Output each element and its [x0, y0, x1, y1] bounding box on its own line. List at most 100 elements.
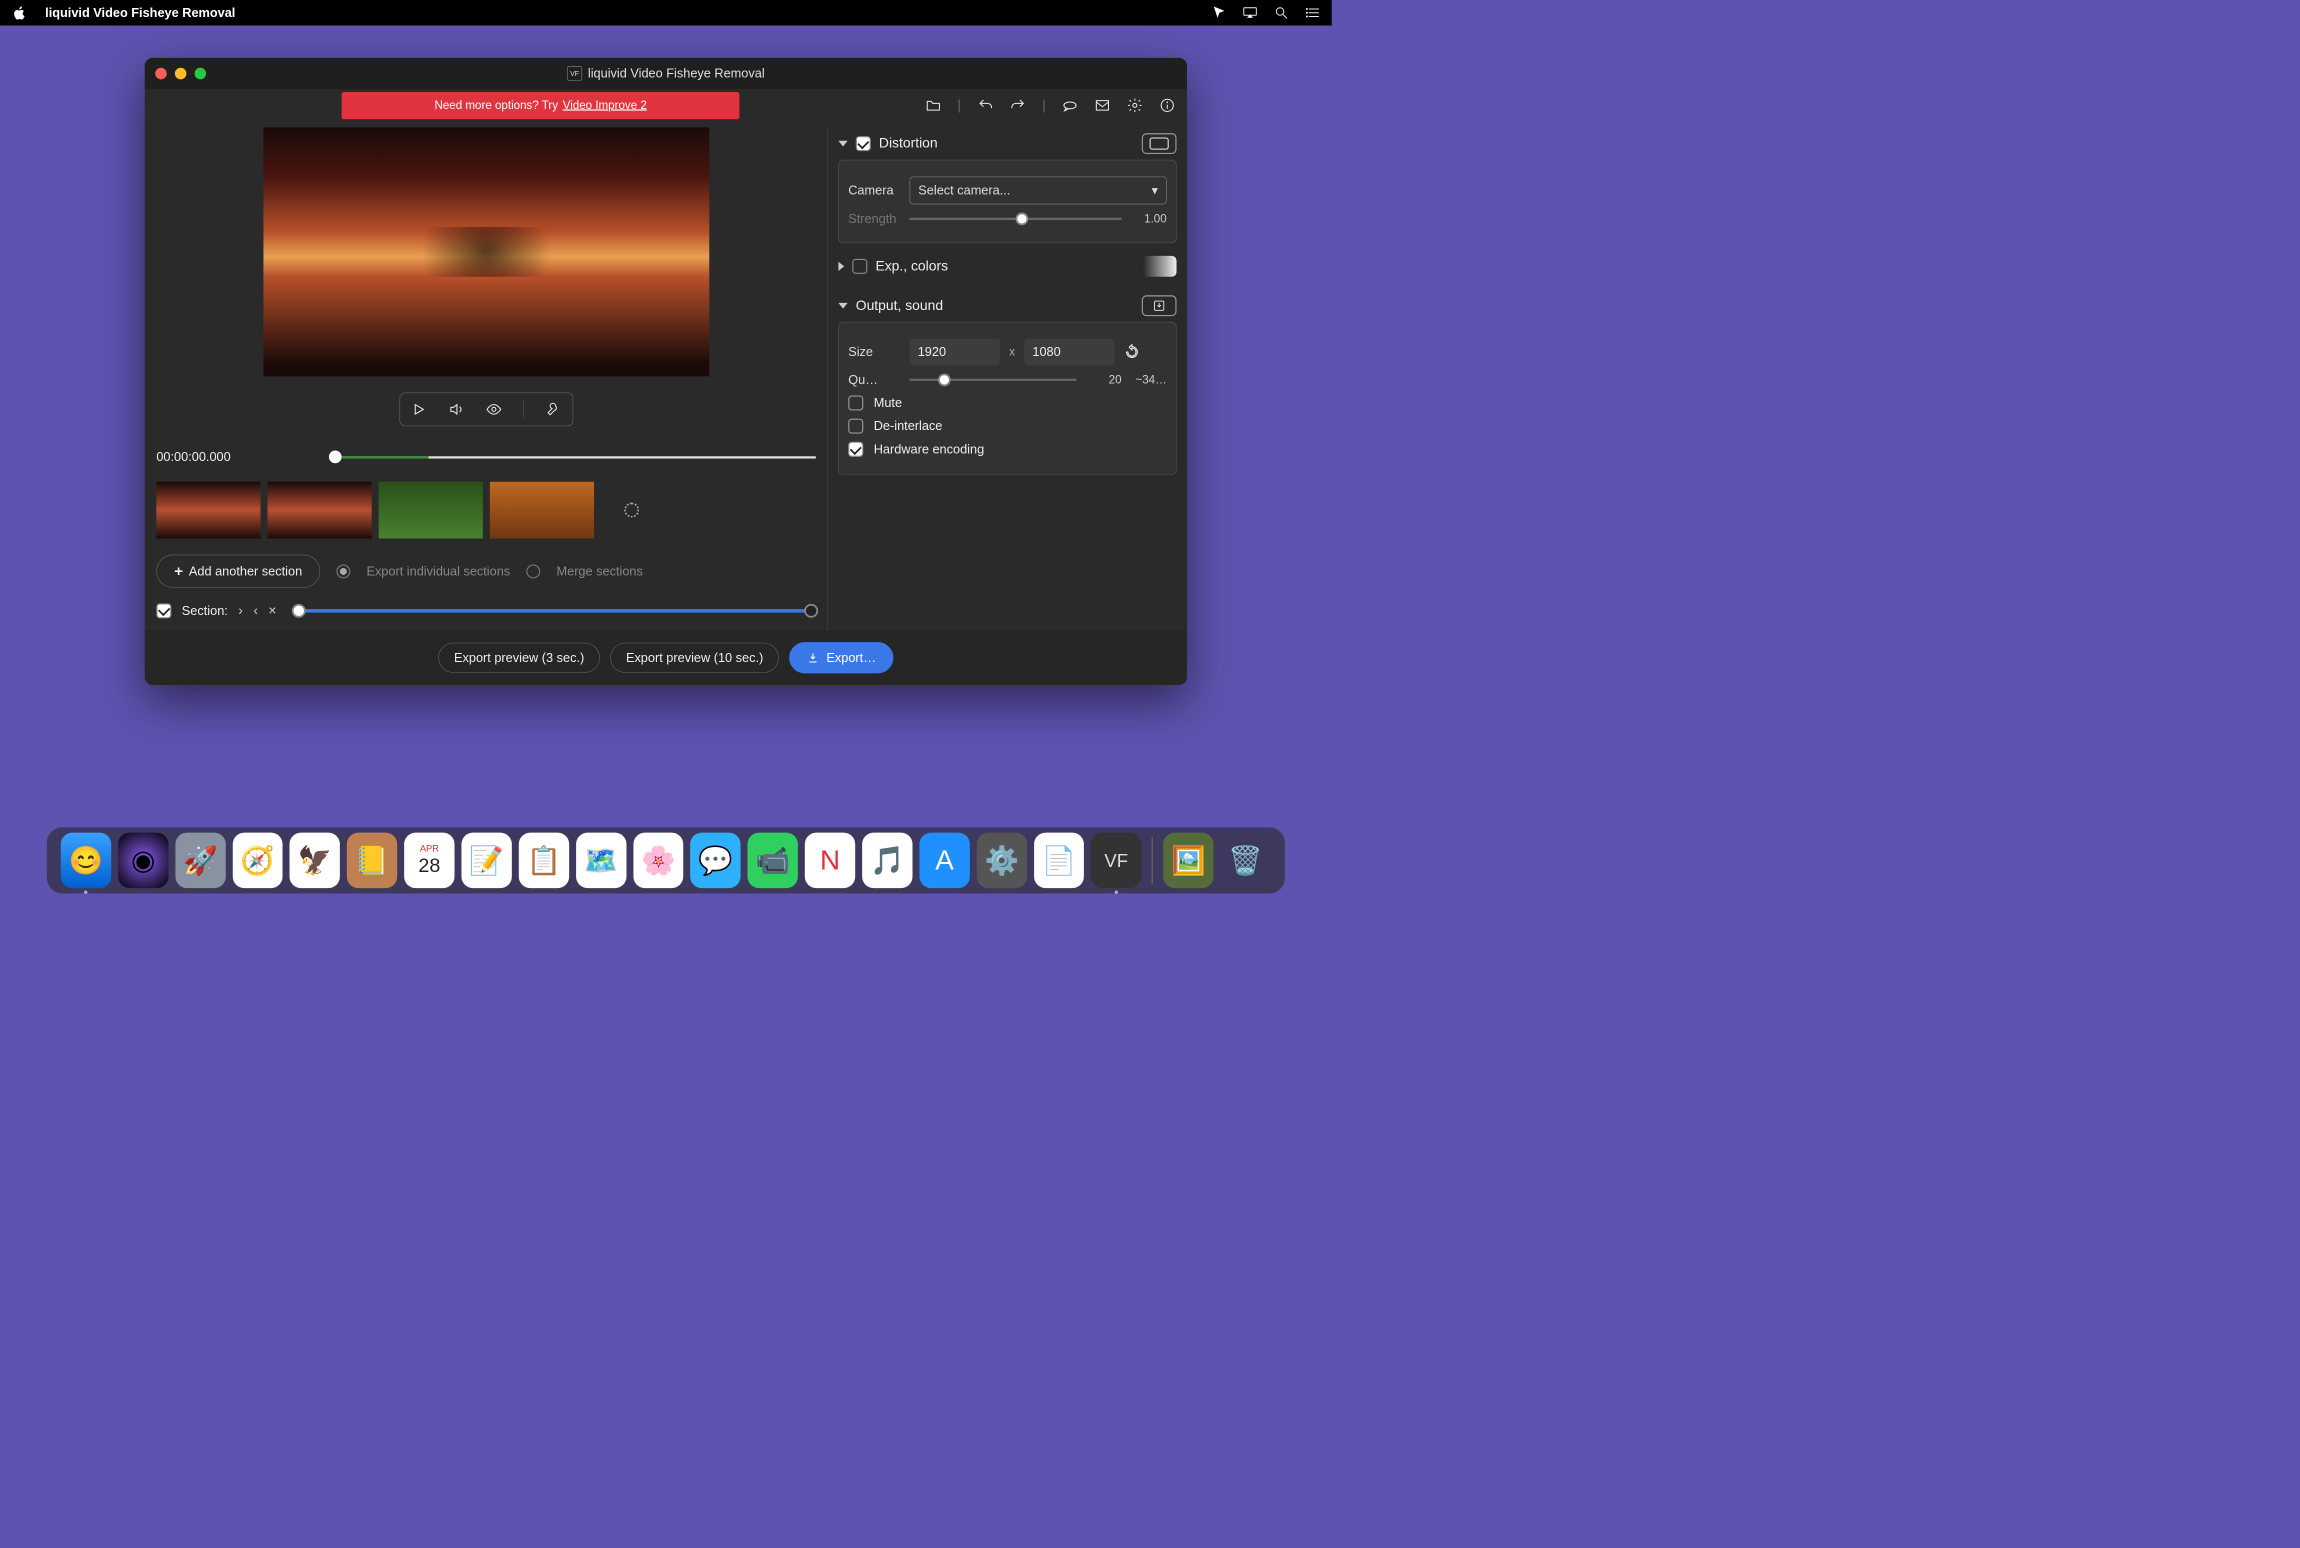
- section-prev-icon[interactable]: ‹: [253, 603, 258, 619]
- export-button[interactable]: Export…: [789, 642, 893, 673]
- dock-trash[interactable]: 🗑️: [1221, 833, 1271, 889]
- add-section-label: Add another section: [189, 564, 302, 579]
- dimension-separator: x: [1009, 345, 1015, 358]
- export-individual-radio[interactable]: [336, 564, 350, 578]
- hardware-encoding-label: Hardware encoding: [874, 442, 984, 457]
- open-folder-icon[interactable]: [925, 97, 941, 113]
- clip-thumbnail[interactable]: [490, 482, 594, 539]
- separator: [523, 400, 524, 420]
- close-button[interactable]: [155, 68, 167, 80]
- export-individual-label: Export individual sections: [366, 564, 510, 579]
- section-delete-icon[interactable]: ×: [268, 603, 276, 619]
- exp-colors-checkbox[interactable]: [852, 259, 867, 274]
- play-icon[interactable]: [411, 401, 427, 417]
- banner-text: Need more options? Try: [434, 99, 558, 112]
- export-button-label: Export…: [826, 650, 876, 665]
- app-window: VF liquivid Video Fisheye Removal Need m…: [145, 58, 1187, 685]
- dock-siri[interactable]: ◉: [118, 833, 168, 889]
- exp-colors-header[interactable]: Exp., colors: [838, 250, 1176, 282]
- menubar-cursor-icon[interactable]: [1211, 5, 1226, 20]
- clip-thumbnail[interactable]: [379, 482, 483, 539]
- dock-notes[interactable]: 📝: [461, 833, 511, 889]
- clip-thumbnail[interactable]: [156, 482, 260, 539]
- mac-menubar: liquivid Video Fisheye Removal: [0, 0, 1332, 25]
- window-title: VF liquivid Video Fisheye Removal: [567, 66, 765, 81]
- dock-messages[interactable]: 💬: [690, 833, 740, 889]
- download-icon: [807, 651, 820, 664]
- mac-dock: 😊 ◉ 🚀 🧭 🦅 📒 APR28 📝 📋 🗺️ 🌸 💬 📹 N 🎵 A ⚙️ …: [46, 827, 1285, 894]
- distortion-panel: Distortion Camera Select camera... ▾: [838, 127, 1176, 243]
- camera-select[interactable]: Select camera... ▾: [910, 177, 1167, 205]
- info-icon[interactable]: [1159, 97, 1175, 113]
- section-range-slider[interactable]: [294, 609, 816, 612]
- exp-colors-title: Exp., colors: [875, 258, 948, 274]
- feedback-icon[interactable]: [1062, 97, 1078, 113]
- height-input[interactable]: 1080: [1024, 339, 1114, 366]
- quality-value: 20: [1086, 373, 1122, 386]
- dock-preferences[interactable]: ⚙️: [977, 833, 1027, 889]
- quality-label: Qu…: [848, 372, 900, 387]
- chevron-down-icon: [838, 303, 847, 309]
- dock-reminders[interactable]: 📋: [519, 833, 569, 889]
- dock-maps[interactable]: 🗺️: [576, 833, 626, 889]
- quality-slider[interactable]: [910, 379, 1077, 381]
- menubar-search-icon[interactable]: [1274, 5, 1289, 20]
- menubar-list-icon[interactable]: [1305, 5, 1320, 20]
- export-box-icon: [1142, 295, 1177, 316]
- dock-music[interactable]: 🎵: [862, 833, 912, 889]
- eye-icon[interactable]: [486, 401, 502, 417]
- volume-icon[interactable]: [448, 401, 464, 417]
- reset-size-icon[interactable]: [1124, 344, 1140, 360]
- dock-calendar[interactable]: APR28: [404, 833, 454, 889]
- gear-icon[interactable]: [1127, 97, 1143, 113]
- dock-contacts[interactable]: 📒: [347, 833, 397, 889]
- timeline-scrubber[interactable]: [330, 455, 816, 458]
- menubar-app-title[interactable]: liquivid Video Fisheye Removal: [45, 5, 235, 20]
- dock-news[interactable]: N: [805, 833, 855, 889]
- dock-safari[interactable]: 🧭: [233, 833, 283, 889]
- width-input[interactable]: 1920: [910, 339, 1000, 366]
- distortion-header[interactable]: Distortion: [838, 127, 1176, 159]
- section-enabled-checkbox[interactable]: [156, 603, 171, 618]
- redo-icon[interactable]: [1010, 97, 1026, 113]
- deinterlace-checkbox[interactable]: [848, 419, 863, 434]
- exp-colors-panel: Exp., colors: [838, 250, 1176, 282]
- banner-link[interactable]: Video Improve 2: [563, 99, 647, 112]
- maximize-button[interactable]: [195, 68, 207, 80]
- merge-sections-label: Merge sections: [557, 564, 643, 579]
- mute-checkbox[interactable]: [848, 395, 863, 410]
- merge-sections-radio[interactable]: [526, 564, 540, 578]
- video-preview[interactable]: [263, 127, 709, 376]
- dock-finder[interactable]: 😊: [61, 833, 111, 889]
- export-preview-3s-button[interactable]: Export preview (3 sec.): [438, 643, 600, 673]
- dock-mail[interactable]: 🦅: [290, 833, 340, 889]
- undo-icon[interactable]: [977, 97, 993, 113]
- output-header[interactable]: Output, sound: [838, 290, 1176, 322]
- camera-select-value: Select camera...: [918, 183, 1010, 198]
- strength-slider[interactable]: [910, 218, 1122, 220]
- dock-launchpad[interactable]: 🚀: [175, 833, 225, 889]
- size-label: Size: [848, 345, 900, 360]
- hardware-encoding-checkbox[interactable]: [848, 442, 863, 457]
- timecode: 00:00:00.000: [156, 449, 330, 464]
- clip-thumbnail[interactable]: [267, 482, 371, 539]
- section-next-icon[interactable]: ›: [238, 603, 243, 619]
- apple-icon[interactable]: [12, 5, 28, 21]
- dock-photos[interactable]: 🌸: [633, 833, 683, 889]
- dock-textedit[interactable]: 📄: [1034, 833, 1084, 889]
- add-section-button[interactable]: + Add another section: [156, 555, 320, 588]
- quality-est: ~34…: [1131, 373, 1167, 386]
- export-preview-10s-button[interactable]: Export preview (10 sec.): [610, 643, 779, 673]
- promo-banner[interactable]: Need more options? Try Video Improve 2: [342, 92, 740, 119]
- dock-downloads[interactable]: 🖼️: [1163, 833, 1213, 889]
- chevron-down-icon: ▾: [1152, 183, 1158, 198]
- wrench-icon[interactable]: [545, 401, 561, 417]
- menubar-airplay-icon[interactable]: [1243, 5, 1258, 20]
- mail-icon[interactable]: [1094, 97, 1110, 113]
- minimize-button[interactable]: [175, 68, 187, 80]
- dock-appstore[interactable]: A: [919, 833, 969, 889]
- distortion-checkbox[interactable]: [856, 136, 871, 151]
- dock-facetime[interactable]: 📹: [748, 833, 798, 889]
- distortion-title: Distortion: [879, 135, 938, 151]
- dock-vf[interactable]: VF: [1091, 833, 1141, 889]
